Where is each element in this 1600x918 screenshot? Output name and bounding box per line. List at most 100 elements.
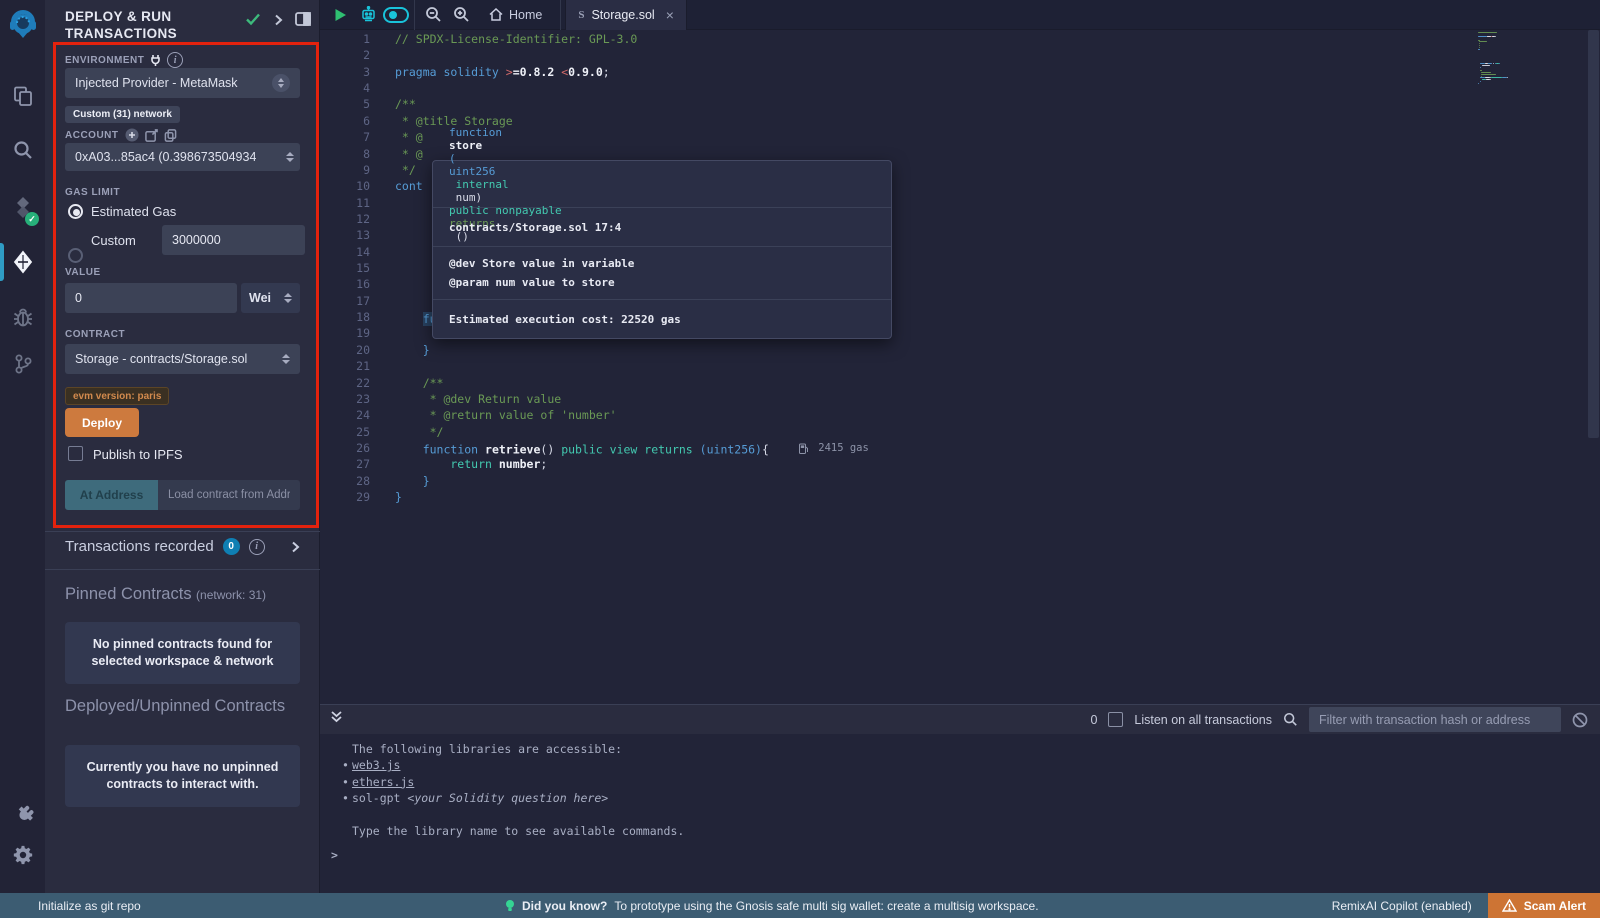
terminal-library-link[interactable]: ethers.js xyxy=(352,775,414,789)
transactions-expand-icon[interactable] xyxy=(291,541,300,553)
listen-transactions-checkbox[interactable] xyxy=(1108,712,1123,727)
listen-transactions-label: Listen on all transactions xyxy=(1134,713,1272,727)
terminal-line xyxy=(320,806,1600,822)
estimated-gas-radio[interactable] xyxy=(68,204,83,219)
tooltip-signature: function store (uint256 internal num) pu… xyxy=(433,161,891,208)
panel-expand-icon[interactable] xyxy=(273,13,283,31)
code-line: } xyxy=(395,342,869,358)
terminal-line: •ethers.js xyxy=(320,774,1600,790)
tooltip-gas-estimate: Estimated execution cost: 22520 gas xyxy=(433,300,891,338)
panel-check-icon[interactable] xyxy=(245,12,261,31)
code-line: /** xyxy=(395,96,869,112)
transactions-info-icon[interactable]: i xyxy=(249,539,265,555)
solidity-compiler-icon[interactable]: ✓ xyxy=(0,186,45,230)
status-right: RemixAI Copilot (enabled) Scam Alert xyxy=(1332,893,1600,918)
icon-rail: ✓ xyxy=(0,0,45,893)
editor-scrollbar[interactable] xyxy=(1588,30,1599,438)
publish-ipfs-checkbox[interactable] xyxy=(68,446,83,461)
deploy-run-icon[interactable] xyxy=(0,240,45,284)
edit-account-icon[interactable] xyxy=(145,129,158,142)
tab-home[interactable]: Home xyxy=(475,0,556,30)
home-icon xyxy=(489,8,503,21)
contract-select[interactable]: Storage - contracts/Storage.sol xyxy=(65,344,300,374)
value-unit-select[interactable]: Wei xyxy=(241,283,300,313)
terminal-output[interactable]: The following libraries are accessible:•… xyxy=(320,734,1600,893)
scam-alert-button[interactable]: Scam Alert xyxy=(1488,893,1600,918)
code-line: } xyxy=(395,489,869,505)
custom-gas-radio[interactable] xyxy=(68,248,83,263)
remix-ide-window: ✓ DEPLOY & RUN TRANSACTIONS xyxy=(0,0,1600,918)
hover-tooltip: function store (uint256 internal num) pu… xyxy=(432,160,892,339)
terminal-library-link[interactable]: web3.js xyxy=(352,758,400,772)
code-line: } xyxy=(395,473,869,489)
debugger-icon[interactable] xyxy=(0,296,45,340)
gas-estimate-badge: 2415 gas xyxy=(799,440,869,456)
settings-gear-icon[interactable] xyxy=(0,833,45,877)
tab-close-icon[interactable]: × xyxy=(666,7,674,23)
estimated-gas-label: Estimated Gas xyxy=(91,204,176,219)
git-init-status[interactable]: Initialize as git repo xyxy=(38,899,141,913)
tab-home-label: Home xyxy=(509,8,542,22)
code-line xyxy=(395,80,869,96)
code-editor[interactable]: 1234567891011121314151617181920212223242… xyxy=(320,30,1600,704)
zoom-in-icon[interactable] xyxy=(447,0,475,30)
tab-storage-sol[interactable]: S Storage.sol × xyxy=(565,0,687,30)
deploy-run-panel: DEPLOY & RUN TRANSACTIONS ENVIRONMENT i … xyxy=(45,0,320,893)
plugin-manager-icon[interactable] xyxy=(0,793,45,837)
code-line: /** xyxy=(395,375,869,391)
panel-pin-icon[interactable] xyxy=(295,12,311,31)
custom-gas-input[interactable] xyxy=(162,225,305,255)
terminal-collapse-icon[interactable] xyxy=(330,710,343,729)
plug-icon[interactable] xyxy=(150,54,161,66)
environment-label: ENVIRONMENT xyxy=(65,55,144,66)
contract-value: Storage - contracts/Storage.sol xyxy=(75,352,247,366)
tooltip-doc: @dev Store value in variable@param num v… xyxy=(433,247,891,300)
editor-gutter: 1234567891011121314151617181920212223242… xyxy=(320,31,378,505)
ai-copilot-robot-icon[interactable] xyxy=(354,0,382,30)
code-line: function retrieve() public view returns … xyxy=(395,440,869,456)
value-input[interactable] xyxy=(65,283,237,313)
environment-info-icon[interactable]: i xyxy=(167,52,183,68)
add-account-icon[interactable] xyxy=(125,128,139,142)
custom-gas-label: Custom xyxy=(91,233,136,248)
terminal-line: •sol-gpt <your Solidity question here> xyxy=(320,790,1600,806)
git-icon[interactable] xyxy=(0,342,45,386)
at-address-button[interactable]: At Address xyxy=(65,480,158,510)
run-script-icon[interactable] xyxy=(326,0,354,30)
search-icon[interactable] xyxy=(0,128,45,172)
at-address-input[interactable] xyxy=(158,480,300,510)
terminal-line: Type the library name to see available c… xyxy=(320,823,1600,839)
file-explorer-icon[interactable] xyxy=(0,74,45,118)
evm-version-badge: evm version: paris xyxy=(65,387,169,405)
chevron-updown-icon xyxy=(272,74,290,92)
divider xyxy=(45,531,320,532)
code-line: */ xyxy=(395,424,869,440)
did-you-know-tip: Did you know? To prototype using the Gno… xyxy=(505,899,1039,913)
copilot-toggle[interactable] xyxy=(382,0,410,30)
zoom-out-icon[interactable] xyxy=(419,0,447,30)
account-label-row: ACCOUNT xyxy=(65,128,177,142)
gas-limit-label: GAS LIMIT xyxy=(65,187,120,198)
account-label: ACCOUNT xyxy=(65,130,119,141)
deploy-button[interactable]: Deploy xyxy=(65,408,139,437)
clear-console-icon[interactable] xyxy=(1572,712,1588,728)
tip-bold-text: Did you know? xyxy=(522,899,607,913)
copy-account-icon[interactable] xyxy=(164,129,177,142)
warning-triangle-icon xyxy=(1502,899,1517,912)
remix-logo-icon[interactable] xyxy=(0,4,45,46)
transactions-recorded-label: Transactions recorded xyxy=(65,538,214,555)
terminal-line: •web3.js xyxy=(320,757,1600,773)
network-badge: Custom (31) network xyxy=(65,106,180,123)
code-line: // SPDX-License-Identifier: GPL-3.0 xyxy=(395,31,869,47)
terminal-search-icon[interactable] xyxy=(1283,712,1298,727)
terminal-prompt[interactable]: > xyxy=(331,848,338,862)
account-select[interactable]: 0xA03...85ac4 (0.398673504934 xyxy=(65,143,300,171)
scam-alert-label: Scam Alert xyxy=(1524,899,1586,913)
tab-storage-label: Storage.sol xyxy=(591,8,654,22)
editor-minimap[interactable] xyxy=(1478,32,1544,152)
lightbulb-icon xyxy=(505,899,515,913)
transactions-count-badge: 0 xyxy=(223,538,240,555)
terminal-filter-input[interactable] xyxy=(1309,707,1561,732)
environment-select[interactable]: Injected Provider - MetaMask xyxy=(65,68,300,98)
account-value: 0xA03...85ac4 (0.398673504934 xyxy=(75,150,256,164)
